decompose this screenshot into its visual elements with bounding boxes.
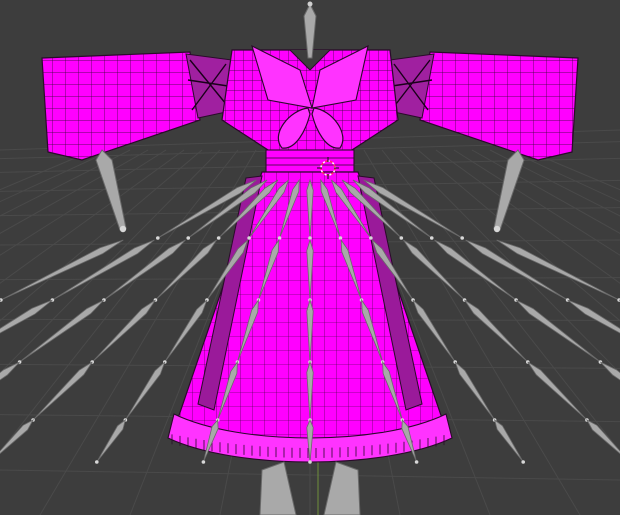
skirt-bone[interactable]: [32, 361, 93, 421]
bone-tail: [95, 460, 99, 464]
bone-tail: [521, 460, 525, 464]
skirt-bone[interactable]: [600, 361, 620, 420]
bone-tail: [369, 236, 373, 240]
bone-tail: [429, 236, 434, 240]
grid-line: [489, 149, 620, 217]
skirt-bone[interactable]: [464, 299, 529, 363]
grid-line: [417, 149, 620, 322]
bodice[interactable]: [221, 44, 399, 173]
grid-line: [0, 149, 167, 256]
grid-line: [453, 149, 620, 256]
bone-tail: [247, 236, 251, 240]
skirt-bone[interactable]: [493, 418, 524, 463]
skirt-bone[interactable]: [585, 419, 620, 462]
bone-tail: [186, 236, 191, 240]
skirt-bone[interactable]: [567, 299, 620, 362]
viewport-canvas[interactable]: [0, 0, 620, 515]
grid-line: [0, 149, 203, 322]
skirt-bone[interactable]: [125, 361, 166, 421]
skirt-bone[interactable]: [155, 239, 217, 301]
bone-tail: [216, 236, 221, 240]
bone-tail: [399, 236, 404, 240]
right-sleeve[interactable]: [389, 51, 579, 161]
3d-viewport[interactable]: [0, 0, 620, 515]
bone-tail: [460, 236, 465, 240]
bone-tail: [277, 236, 282, 240]
skirt-bone[interactable]: [527, 361, 588, 421]
grid-line: [507, 149, 620, 203]
skirt-bone[interactable]: [0, 299, 53, 362]
skirt-bone[interactable]: [96, 418, 127, 463]
bone-tail: [308, 460, 312, 464]
skirt-bone[interactable]: [403, 239, 465, 301]
bone-tail: [338, 236, 343, 240]
bone-tail: [201, 460, 206, 464]
skirt-bone[interactable]: [434, 239, 517, 301]
grid-line: [0, 149, 113, 203]
bone-tail: [414, 460, 419, 464]
skirt-bone[interactable]: [0, 419, 35, 462]
skirt-bone[interactable]: [454, 361, 495, 421]
grid-line: [0, 149, 131, 217]
skirt-bone[interactable]: [0, 361, 20, 420]
armature[interactable]: [0, 178, 620, 464]
grid-line: [0, 149, 185, 284]
bone-tail: [156, 236, 160, 240]
skirt-bone[interactable]: [91, 299, 156, 363]
grid-line: [435, 149, 620, 284]
skirt-bone[interactable]: [103, 239, 186, 301]
